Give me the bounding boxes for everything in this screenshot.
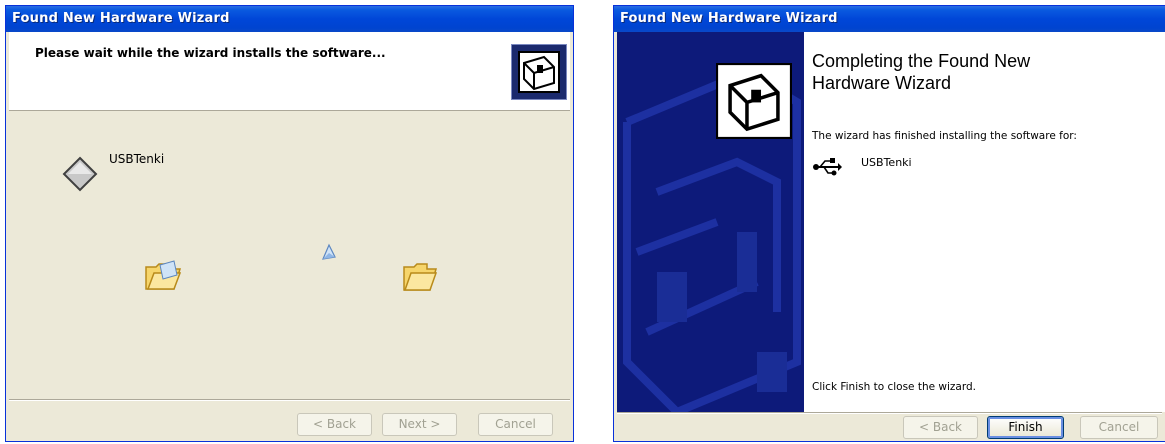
flying-paper-icon <box>319 243 339 268</box>
wizard-window-installing: Found New Hardware Wizard Please wait wh… <box>5 5 574 442</box>
device-name: USBTenki <box>861 156 912 169</box>
back-button[interactable]: < Back <box>297 413 372 436</box>
usb-icon <box>812 157 842 182</box>
wizard-header: Please wait while the wizard installs th… <box>9 32 570 111</box>
back-button[interactable]: < Back <box>903 416 978 439</box>
hardware-icon <box>713 60 795 144</box>
finished-text: The wizard has finished installing the s… <box>812 130 1077 142</box>
next-button[interactable]: Next > <box>382 413 457 436</box>
source-folder-icon <box>144 259 182 298</box>
close-instruction-text: Click Finish to close the wizard. <box>812 381 977 393</box>
cancel-button[interactable]: Cancel <box>478 413 553 436</box>
device-name: USBTenki <box>109 152 165 166</box>
destination-folder-icon <box>402 262 438 297</box>
header-text: Please wait while the wizard installs th… <box>35 46 386 60</box>
completion-heading: Completing the Found New Hardware Wizard <box>812 51 1031 93</box>
button-separator <box>617 412 1162 414</box>
device-icon <box>62 156 98 197</box>
button-separator <box>9 399 570 401</box>
window-title[interactable]: Found New Hardware Wizard <box>614 6 1165 32</box>
hardware-icon <box>511 44 567 100</box>
wizard-window-completing: Found New Hardware Wizard Completing the… <box>613 5 1165 442</box>
wizard-sidebar-graphic <box>617 32 804 412</box>
window-title[interactable]: Found New Hardware Wizard <box>6 6 573 32</box>
cancel-button[interactable]: Cancel <box>1080 416 1158 439</box>
wizard-content: Completing the Found New Hardware Wizard… <box>804 32 1165 412</box>
finish-button[interactable]: Finish <box>987 416 1064 439</box>
